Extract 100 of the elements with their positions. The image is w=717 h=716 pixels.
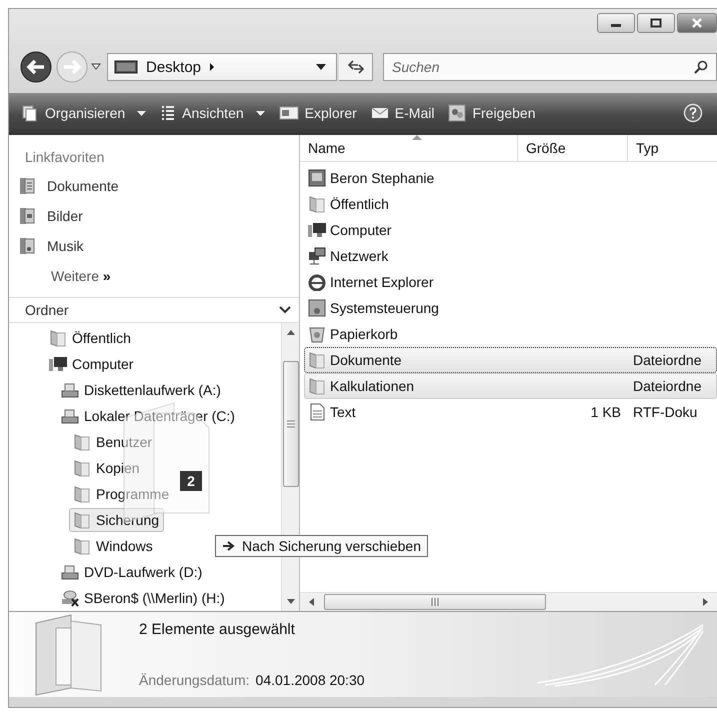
organize-button[interactable]: Organisieren [21, 104, 146, 122]
file-name: Öffentlich [330, 196, 389, 212]
scrollbar-thumb[interactable] [324, 594, 546, 610]
file-name: Beron Stephanie [330, 170, 434, 186]
scroll-up-icon[interactable] [286, 329, 294, 335]
favorite-link[interactable]: Bilder [9, 201, 299, 231]
close-button[interactable] [677, 13, 717, 33]
folder-icon [72, 433, 92, 451]
folder-tree-item[interactable]: Windows [69, 534, 158, 558]
drive-icon [60, 563, 80, 581]
refresh-icon [346, 60, 364, 74]
search-field[interactable]: Suchen [383, 53, 717, 81]
folder-icon [72, 511, 92, 529]
contact-card-icon [307, 169, 327, 187]
column-header[interactable]: Größe [518, 135, 628, 161]
computer-icon [48, 355, 68, 373]
file-name: Netzwerk [330, 248, 388, 264]
file-type: Dateiordne [633, 378, 702, 394]
folder-tree-item[interactable]: SBeron$ (\\Merlin) (H:) [57, 586, 230, 610]
file-row[interactable]: Kalkulationen Dateiordne [304, 373, 717, 399]
control-panel-icon [307, 299, 327, 317]
address-location: Desktop [146, 58, 202, 76]
computer-icon [307, 221, 327, 239]
views-button[interactable]: Ansichten [160, 104, 265, 122]
file-name: Systemsteuerung [330, 300, 439, 316]
mail-button[interactable]: E-Mail [370, 105, 434, 121]
drop-tooltip: Nach Sicherung verschieben [215, 535, 428, 557]
horizontal-scrollbar[interactable] [300, 592, 717, 611]
file-row[interactable]: Computer [304, 217, 717, 243]
maximize-button[interactable] [637, 13, 675, 33]
music-icon [19, 237, 35, 255]
file-type: Dateiordne [633, 352, 702, 368]
arrow-right-icon [222, 541, 236, 551]
file-name: Internet Explorer [330, 274, 434, 290]
column-header[interactable]: Name [300, 135, 518, 161]
envelope-icon [370, 106, 389, 120]
file-row[interactable]: Netzwerk [304, 243, 717, 269]
file-name: Dokumente [330, 352, 402, 368]
scroll-left-icon[interactable] [308, 598, 314, 606]
desktop-icon [114, 59, 138, 75]
folder-tree-item[interactable]: Diskettenlaufwerk (A:) [57, 378, 226, 402]
file-row[interactable]: Systemsteuerung [304, 295, 717, 321]
favorite-link[interactable]: Dokumente [9, 171, 299, 201]
date-label: Änderungsdatum: [139, 672, 250, 688]
folder-icon [307, 195, 327, 213]
documents-icon [19, 177, 35, 195]
folder-tree-item[interactable]: Computer [45, 352, 138, 376]
history-dropdown-icon[interactable] [91, 63, 101, 71]
file-name: Text [330, 404, 356, 420]
item-count-badge: 2 [180, 471, 202, 491]
favorites-heading: Linkfavoriten [24, 148, 106, 167]
recycle-bin-icon [307, 325, 327, 343]
folder-tree-item[interactable]: Öffentlich [45, 326, 136, 350]
network-icon [307, 247, 327, 265]
scroll-right-icon[interactable] [703, 598, 709, 606]
folder-icon [72, 537, 92, 555]
pages-icon [21, 104, 39, 122]
column-header[interactable]: Typ [628, 135, 717, 161]
help-icon[interactable] [683, 103, 703, 123]
folder-tree-item[interactable]: Sicherung [69, 508, 164, 532]
sort-arrow-icon [412, 135, 422, 140]
favorite-link[interactable]: Musik [9, 231, 299, 261]
folders-header[interactable]: Ordner [9, 298, 299, 323]
more-link[interactable]: Weitere » [9, 261, 299, 291]
folder-icon [307, 351, 327, 369]
file-row[interactable]: Papierkorb [304, 321, 717, 347]
folder-icon [48, 329, 68, 347]
file-row[interactable]: Öffentlich [304, 191, 717, 217]
folder-tree-item[interactable]: Kopien [69, 456, 145, 480]
minimize-button[interactable] [597, 13, 635, 33]
list-view-icon [160, 104, 176, 122]
breadcrumb-arrow-icon [209, 62, 216, 72]
file-row[interactable]: Dokumente Dateiordne [304, 347, 717, 373]
folder-icon [72, 459, 92, 477]
dropdown-arrow-icon[interactable] [316, 64, 326, 70]
folder-icon [307, 377, 327, 395]
share-button[interactable]: Freigeben [448, 104, 536, 122]
folder-tree-item[interactable]: Benutzer [69, 430, 158, 454]
folder-tree-item[interactable]: Lokaler Datenträger (C:) [57, 404, 240, 428]
file-name: Kalkulationen [330, 378, 414, 394]
explorer-button[interactable]: Explorer [278, 105, 357, 121]
scrollbar-thumb[interactable] [282, 361, 298, 487]
maximize-icon [650, 18, 662, 28]
browser-icon [307, 273, 327, 291]
back-button[interactable] [19, 50, 53, 84]
folder-tree-item[interactable]: DVD-Laufwerk (D:) [57, 560, 208, 584]
file-size: 1 KB [590, 404, 621, 420]
address-bar[interactable]: Desktop [107, 53, 337, 81]
file-name: Computer [330, 222, 392, 238]
close-icon [691, 18, 703, 28]
selection-summary: 2 Elemente ausgewählt [139, 621, 296, 638]
chevron-down-icon [279, 306, 291, 314]
file-row[interactable]: Internet Explorer [304, 269, 717, 295]
date-value: 04.01.2008 20:30 [256, 672, 365, 688]
file-row[interactable]: Beron Stephanie [304, 165, 717, 191]
window-pane-icon [278, 105, 299, 121]
scroll-down-icon[interactable] [286, 599, 294, 605]
file-row[interactable]: Text 1 KB RTF-Doku [304, 399, 717, 425]
refresh-button[interactable] [339, 53, 373, 81]
pictures-icon [19, 207, 35, 225]
